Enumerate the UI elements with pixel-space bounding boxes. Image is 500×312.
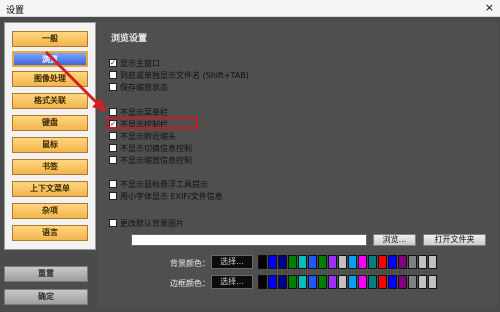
border-color-select-button[interactable]: 选择... [211, 275, 253, 289]
checkbox[interactable] [109, 180, 117, 188]
open-folder-button[interactable]: 打开文件夹 [423, 234, 486, 246]
browse-settings-panel: 浏览设置 ✓ 显示主窗口 到底或单独显示文件名 (Shift+TAB) 保存缩放状… [97, 22, 497, 308]
sidebar-item-misc[interactable]: 杂项 [12, 203, 88, 219]
color-swatch[interactable] [378, 255, 387, 269]
color-swatch[interactable] [278, 275, 287, 289]
sidebar-item-language[interactable]: 语言 [12, 225, 88, 241]
color-swatch[interactable] [268, 255, 277, 269]
option-label: 更改默认背景图片 [120, 218, 184, 228]
color-swatch[interactable] [258, 275, 267, 289]
checkbox[interactable] [109, 144, 117, 152]
color-swatch[interactable] [388, 275, 397, 289]
color-swatch[interactable] [328, 255, 337, 269]
color-swatch[interactable] [278, 255, 287, 269]
sidebar-item-general[interactable]: 一般 [12, 31, 88, 47]
color-swatch[interactable] [418, 275, 427, 289]
sidebar-item-bookmarks[interactable]: 书签 [12, 159, 88, 175]
color-swatch[interactable] [408, 275, 417, 289]
color-swatch[interactable] [388, 255, 397, 269]
color-swatch[interactable] [348, 275, 357, 289]
option-label: 显示主窗口 [120, 58, 160, 68]
show-main-window-option[interactable]: ✓ 显示主窗口 [109, 58, 160, 68]
sidebar-item-keyboard[interactable]: 键盘 [12, 115, 88, 131]
checkbox[interactable] [109, 192, 117, 200]
option-label: 到底或单独显示文件名 (Shift+TAB) [120, 70, 249, 80]
hide-switch-info-option[interactable]: 不显示切换信息控制 [109, 143, 192, 153]
color-swatch[interactable] [328, 275, 337, 289]
color-swatch[interactable] [368, 255, 377, 269]
color-swatch[interactable] [398, 255, 407, 269]
background-image-path-input[interactable] [131, 234, 367, 246]
color-swatch[interactable] [338, 255, 347, 269]
hide-menubar-option[interactable]: 不显示菜单栏 [109, 107, 168, 117]
option-label: 不显示附近缩头 [120, 131, 176, 141]
sidebar-item-image-processing[interactable]: 图像处理 [12, 71, 88, 87]
browse-settings-title: 浏览设置 [111, 34, 148, 44]
checkbox[interactable]: ✓ [109, 59, 117, 67]
save-zoom-state-option[interactable]: 保存缩放状态 [109, 82, 168, 92]
option-label: 不显示鼠标悬浮工具提示 [120, 179, 208, 189]
option-label: 用小字体显示 EXIF/文件信息 [120, 191, 223, 201]
option-label: 不显示控制栏 [120, 119, 168, 129]
color-swatch[interactable] [368, 275, 377, 289]
hide-nearby-thumbnails-option[interactable]: 不显示附近缩头 [109, 131, 176, 141]
option-label: 不显示切换信息控制 [120, 143, 192, 153]
window-title: 设置 [6, 6, 25, 16]
reset-button[interactable]: 重置 [4, 266, 88, 282]
color-swatch[interactable] [298, 255, 307, 269]
color-swatch[interactable] [408, 255, 417, 269]
checkbox[interactable]: ✓ [109, 120, 117, 128]
option-label: 保存缩放状态 [120, 82, 168, 92]
color-swatch[interactable] [318, 255, 327, 269]
color-swatch[interactable] [428, 275, 437, 289]
show-filename-option[interactable]: 到底或单独显示文件名 (Shift+TAB) [109, 70, 249, 80]
color-swatch[interactable] [338, 275, 347, 289]
hide-controlbar-option[interactable]: ✓ 不显示控制栏 [109, 119, 168, 129]
settings-sidebar: 一般 浏览 图像处理 格式关联 键盘 鼠标 书签 上下文菜单 杂项 语言 [4, 22, 96, 250]
border-color-label: 边框颜色： [170, 279, 210, 288]
option-label: 不显示菜单栏 [120, 107, 168, 117]
color-swatch[interactable] [358, 255, 367, 269]
settings-window: 设置 × 一般 浏览 图像处理 格式关联 键盘 鼠标 书签 上下文菜单 杂项 语… [0, 0, 500, 312]
small-font-exif-option[interactable]: 用小字体显示 EXIF/文件信息 [109, 191, 223, 201]
color-swatch[interactable] [308, 275, 317, 289]
close-button[interactable]: × [485, 1, 494, 14]
color-swatch[interactable] [358, 275, 367, 289]
color-swatch[interactable] [258, 255, 267, 269]
color-swatch[interactable] [378, 275, 387, 289]
background-color-label: 背景颜色： [170, 259, 210, 268]
color-swatch[interactable] [428, 255, 437, 269]
checkbox[interactable] [109, 83, 117, 91]
color-swatch[interactable] [418, 255, 427, 269]
color-swatch[interactable] [288, 275, 297, 289]
color-swatch[interactable] [308, 255, 317, 269]
browse-button[interactable]: 浏览... [373, 234, 416, 246]
hide-zoom-info-option[interactable]: 不显示缩放信息控制 [109, 155, 192, 165]
checkbox[interactable] [109, 219, 117, 227]
background-color-select-button[interactable]: 选择... [211, 255, 253, 269]
color-swatch[interactable] [298, 275, 307, 289]
option-label: 不显示缩放信息控制 [120, 155, 192, 165]
color-swatch[interactable] [398, 275, 407, 289]
checkbox[interactable] [109, 156, 117, 164]
title-bar: 设置 × [0, 0, 500, 17]
checkbox[interactable] [109, 108, 117, 116]
sidebar-item-context-menu[interactable]: 上下文菜单 [12, 181, 88, 197]
change-default-background-option[interactable]: 更改默认背景图片 [109, 218, 184, 228]
color-swatch[interactable] [268, 275, 277, 289]
sidebar-item-browse[interactable]: 浏览 [12, 51, 88, 67]
color-swatch[interactable] [318, 275, 327, 289]
sidebar-item-file-association[interactable]: 格式关联 [12, 93, 88, 109]
sidebar-item-mouse[interactable]: 鼠标 [12, 137, 88, 153]
checkbox[interactable] [109, 132, 117, 140]
color-swatch[interactable] [348, 255, 357, 269]
color-swatch[interactable] [288, 255, 297, 269]
ok-button[interactable]: 确定 [4, 289, 88, 305]
checkbox[interactable] [109, 71, 117, 79]
hide-tooltip-option[interactable]: 不显示鼠标悬浮工具提示 [109, 179, 208, 189]
